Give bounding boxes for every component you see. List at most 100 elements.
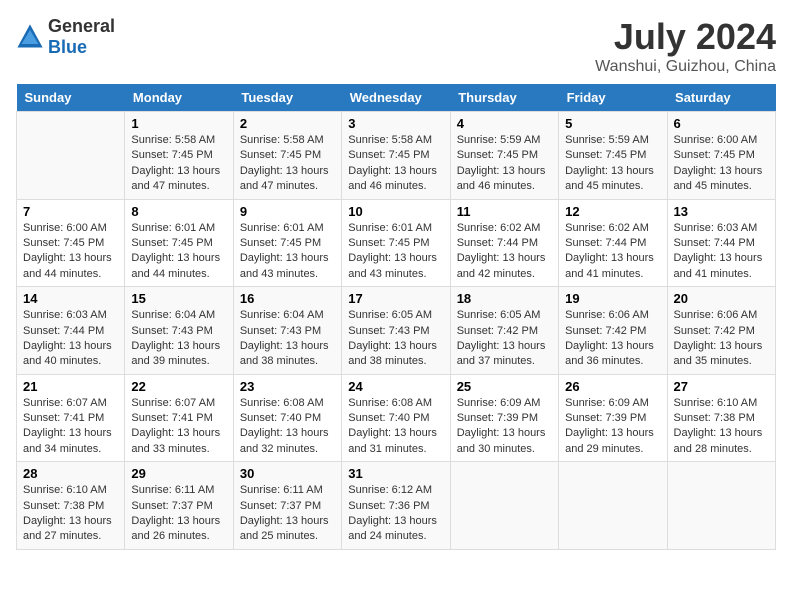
day-number: 31 xyxy=(348,466,443,481)
calendar-cell: 4Sunrise: 5:59 AMSunset: 7:45 PMDaylight… xyxy=(450,112,558,200)
calendar-cell: 25 Sunrise: 6:09 AMSunset: 7:39 PMDayligh… xyxy=(450,374,558,462)
calendar-cell: 20 Sunrise: 6:06 AMSunset: 7:42 PMDayligh… xyxy=(667,287,775,375)
day-info: Sunrise: 6:00 AMSunset: 7:45 PMDaylight:… xyxy=(23,221,118,283)
weekday-header-sunday: Sunday xyxy=(17,84,125,112)
day-info: Sunrise: 5:58 AMSunset: 7:45 PMDaylight:… xyxy=(131,133,226,195)
weekday-header-tuesday: Tuesday xyxy=(233,84,341,112)
day-info: Sunrise: 6:10 AMSunset: 7:38 PMDaylight:… xyxy=(23,483,118,545)
calendar-cell xyxy=(17,112,125,200)
calendar-cell: 10 Sunrise: 6:01 AMSunset: 7:45 PMDayligh… xyxy=(342,199,450,287)
day-number: 22 xyxy=(131,379,226,394)
day-info: Sunrise: 6:00 AMSunset: 7:45 PMDaylight:… xyxy=(674,133,769,195)
header: General Blue July 2024 Wanshui, Guizhou,… xyxy=(16,16,776,76)
calendar-cell xyxy=(667,462,775,550)
day-info: Sunrise: 6:01 AMSunset: 7:45 PMDaylight:… xyxy=(240,221,335,283)
day-info: Sunrise: 6:11 AMSunset: 7:37 PMDaylight:… xyxy=(131,483,226,545)
day-info: Sunrise: 6:10 AMSunset: 7:38 PMDaylight:… xyxy=(674,396,769,458)
day-info: Sunrise: 6:06 AMSunset: 7:42 PMDaylight:… xyxy=(674,308,769,370)
calendar-cell xyxy=(450,462,558,550)
calendar-week-2: 7 Sunrise: 6:00 AMSunset: 7:45 PMDaylight… xyxy=(17,199,776,287)
logo-general: General xyxy=(48,16,115,36)
day-number: 5 xyxy=(565,116,660,131)
day-info: Sunrise: 6:08 AMSunset: 7:40 PMDaylight:… xyxy=(348,396,443,458)
calendar-cell: 28 Sunrise: 6:10 AMSunset: 7:38 PMDayligh… xyxy=(17,462,125,550)
main-title: July 2024 xyxy=(595,16,776,58)
day-number: 16 xyxy=(240,291,335,306)
day-number: 27 xyxy=(674,379,769,394)
calendar-cell: 1 Sunrise: 5:58 AMSunset: 7:45 PMDaylight… xyxy=(125,112,233,200)
day-number: 29 xyxy=(131,466,226,481)
day-number: 10 xyxy=(348,204,443,219)
day-info: Sunrise: 6:05 AMSunset: 7:43 PMDaylight:… xyxy=(348,308,443,370)
day-number: 3 xyxy=(348,116,443,131)
day-number: 9 xyxy=(240,204,335,219)
calendar-cell xyxy=(559,462,667,550)
calendar-cell: 30 Sunrise: 6:11 AMSunset: 7:37 PMDayligh… xyxy=(233,462,341,550)
day-info: Sunrise: 5:59 AMSunset: 7:45 PMDaylight:… xyxy=(565,133,660,195)
sub-title: Wanshui, Guizhou, China xyxy=(595,58,776,76)
calendar-cell: 16 Sunrise: 6:04 AMSunset: 7:43 PMDayligh… xyxy=(233,287,341,375)
day-info: Sunrise: 6:09 AMSunset: 7:39 PMDaylight:… xyxy=(565,396,660,458)
day-number: 25 xyxy=(457,379,552,394)
calendar-cell: 22 Sunrise: 6:07 AMSunset: 7:41 PMDayligh… xyxy=(125,374,233,462)
weekday-header-monday: Monday xyxy=(125,84,233,112)
day-number: 1 xyxy=(131,116,226,131)
calendar-cell: 2Sunrise: 5:58 AMSunset: 7:45 PMDaylight… xyxy=(233,112,341,200)
calendar-body: 1 Sunrise: 5:58 AMSunset: 7:45 PMDaylight… xyxy=(17,112,776,550)
weekday-header-friday: Friday xyxy=(559,84,667,112)
weekday-header-thursday: Thursday xyxy=(450,84,558,112)
calendar-cell: 18 Sunrise: 6:05 AMSunset: 7:42 PMDayligh… xyxy=(450,287,558,375)
day-info: Sunrise: 6:12 AMSunset: 7:36 PMDaylight:… xyxy=(348,483,443,545)
day-info: Sunrise: 6:05 AMSunset: 7:42 PMDaylight:… xyxy=(457,308,552,370)
day-info: Sunrise: 6:03 AMSunset: 7:44 PMDaylight:… xyxy=(23,308,118,370)
calendar-cell: 13Sunrise: 6:03 AMSunset: 7:44 PMDayligh… xyxy=(667,199,775,287)
day-info: Sunrise: 6:02 AMSunset: 7:44 PMDaylight:… xyxy=(457,221,552,283)
calendar-cell: 19Sunrise: 6:06 AMSunset: 7:42 PMDayligh… xyxy=(559,287,667,375)
day-number: 11 xyxy=(457,204,552,219)
day-info: Sunrise: 6:01 AMSunset: 7:45 PMDaylight:… xyxy=(131,221,226,283)
day-info: Sunrise: 6:01 AMSunset: 7:45 PMDaylight:… xyxy=(348,221,443,283)
calendar-cell: 27 Sunrise: 6:10 AMSunset: 7:38 PMDayligh… xyxy=(667,374,775,462)
day-number: 12 xyxy=(565,204,660,219)
calendar-cell: 12Sunrise: 6:02 AMSunset: 7:44 PMDayligh… xyxy=(559,199,667,287)
calendar-cell: 17Sunrise: 6:05 AMSunset: 7:43 PMDayligh… xyxy=(342,287,450,375)
logo-blue: Blue xyxy=(48,37,87,57)
day-number: 23 xyxy=(240,379,335,394)
day-info: Sunrise: 6:11 AMSunset: 7:37 PMDaylight:… xyxy=(240,483,335,545)
calendar-header-row: SundayMondayTuesdayWednesdayThursdayFrid… xyxy=(17,84,776,112)
calendar-cell: 8Sunrise: 6:01 AMSunset: 7:45 PMDaylight… xyxy=(125,199,233,287)
day-info: Sunrise: 5:58 AMSunset: 7:45 PMDaylight:… xyxy=(240,133,335,195)
calendar-cell: 9 Sunrise: 6:01 AMSunset: 7:45 PMDaylight… xyxy=(233,199,341,287)
logo: General Blue xyxy=(16,16,115,58)
day-number: 30 xyxy=(240,466,335,481)
day-number: 20 xyxy=(674,291,769,306)
calendar-cell: 15 Sunrise: 6:04 AMSunset: 7:43 PMDayligh… xyxy=(125,287,233,375)
day-number: 7 xyxy=(23,204,118,219)
day-number: 24 xyxy=(348,379,443,394)
day-info: Sunrise: 6:06 AMSunset: 7:42 PMDaylight:… xyxy=(565,308,660,370)
day-info: Sunrise: 6:04 AMSunset: 7:43 PMDaylight:… xyxy=(240,308,335,370)
day-info: Sunrise: 6:07 AMSunset: 7:41 PMDaylight:… xyxy=(23,396,118,458)
generalblue-logo-icon xyxy=(16,23,44,51)
day-number: 28 xyxy=(23,466,118,481)
day-number: 18 xyxy=(457,291,552,306)
day-info: Sunrise: 6:07 AMSunset: 7:41 PMDaylight:… xyxy=(131,396,226,458)
calendar-cell: 21 Sunrise: 6:07 AMSunset: 7:41 PMDayligh… xyxy=(17,374,125,462)
day-info: Sunrise: 5:58 AMSunset: 7:45 PMDaylight:… xyxy=(348,133,443,195)
day-info: Sunrise: 6:04 AMSunset: 7:43 PMDaylight:… xyxy=(131,308,226,370)
weekday-header-wednesday: Wednesday xyxy=(342,84,450,112)
calendar-cell: 6 Sunrise: 6:00 AMSunset: 7:45 PMDaylight… xyxy=(667,112,775,200)
day-number: 21 xyxy=(23,379,118,394)
title-area: July 2024 Wanshui, Guizhou, China xyxy=(595,16,776,76)
day-number: 13 xyxy=(674,204,769,219)
day-info: Sunrise: 6:08 AMSunset: 7:40 PMDaylight:… xyxy=(240,396,335,458)
day-number: 6 xyxy=(674,116,769,131)
day-number: 26 xyxy=(565,379,660,394)
calendar-cell: 5 Sunrise: 5:59 AMSunset: 7:45 PMDaylight… xyxy=(559,112,667,200)
day-number: 4 xyxy=(457,116,552,131)
calendar-week-3: 14Sunrise: 6:03 AMSunset: 7:44 PMDayligh… xyxy=(17,287,776,375)
day-info: Sunrise: 6:09 AMSunset: 7:39 PMDaylight:… xyxy=(457,396,552,458)
calendar-cell: 31 Sunrise: 6:12 AMSunset: 7:36 PMDayligh… xyxy=(342,462,450,550)
day-number: 15 xyxy=(131,291,226,306)
calendar-cell: 11 Sunrise: 6:02 AMSunset: 7:44 PMDayligh… xyxy=(450,199,558,287)
